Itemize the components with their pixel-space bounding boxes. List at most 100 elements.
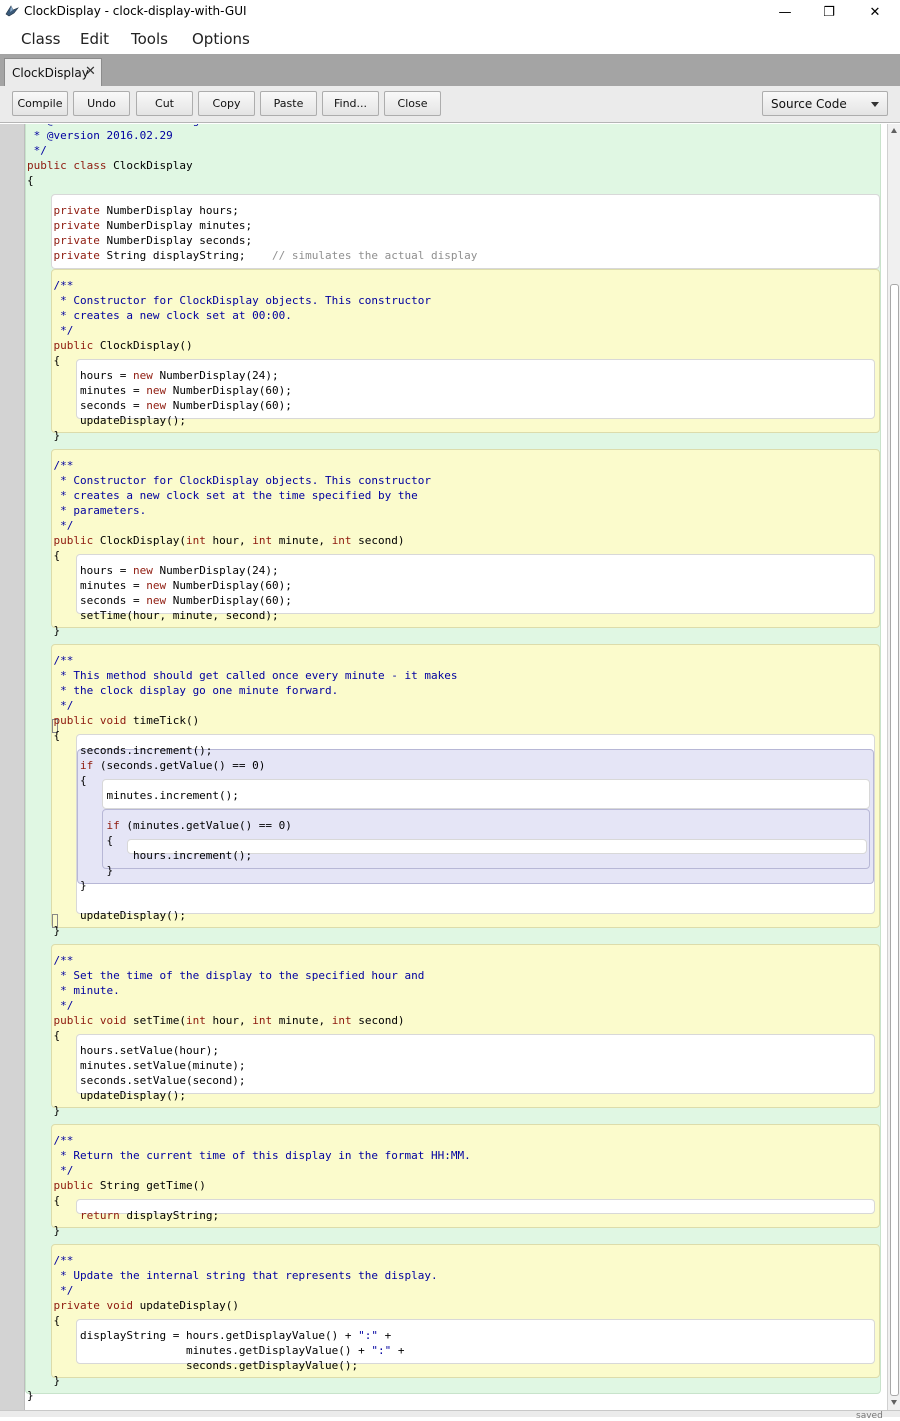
code-line[interactable]: * Set the time of the display to the spe… bbox=[27, 968, 424, 983]
code-line[interactable]: /** bbox=[27, 458, 73, 473]
code-line[interactable]: * @version 2016.02.29 bbox=[27, 128, 173, 143]
code-line[interactable]: private NumberDisplay minutes; bbox=[27, 218, 253, 233]
code-line[interactable]: /** bbox=[27, 653, 73, 668]
copy-button[interactable]: Copy bbox=[198, 91, 255, 116]
cut-button[interactable]: Cut bbox=[136, 91, 193, 116]
code-line[interactable]: { bbox=[27, 728, 60, 743]
code-line[interactable]: /** bbox=[27, 1253, 73, 1268]
code-line[interactable]: */ bbox=[27, 518, 73, 533]
code-line[interactable]: } bbox=[27, 1388, 34, 1403]
find-button[interactable]: Find... bbox=[322, 91, 379, 116]
code-line[interactable]: */ bbox=[27, 998, 73, 1013]
code-line[interactable]: public void timeTick() bbox=[27, 713, 200, 728]
code-line[interactable]: private NumberDisplay seconds; bbox=[27, 233, 253, 248]
code-line[interactable]: * minute. bbox=[27, 983, 120, 998]
code-line[interactable]: minutes = new NumberDisplay(60); bbox=[27, 578, 292, 593]
code-line[interactable]: * Update the internal string that repres… bbox=[27, 1268, 438, 1283]
code-line[interactable]: { bbox=[27, 1313, 60, 1328]
code-line[interactable]: * This method should get called once eve… bbox=[27, 668, 457, 683]
code-line[interactable]: /** bbox=[27, 1133, 73, 1148]
code-line[interactable]: { bbox=[27, 1028, 60, 1043]
restore-button[interactable]: ❐ bbox=[806, 0, 852, 24]
code-area[interactable]: * @author Michael Kölling and David J. B… bbox=[25, 124, 887, 1410]
code-line[interactable]: seconds.setValue(second); bbox=[27, 1073, 246, 1088]
code-line[interactable]: * creates a new clock set at the time sp… bbox=[27, 488, 418, 503]
code-line[interactable]: if (seconds.getValue() == 0) bbox=[27, 758, 265, 773]
close-window-button[interactable]: ✕ bbox=[852, 0, 898, 24]
code-line[interactable]: seconds = new NumberDisplay(60); bbox=[27, 398, 292, 413]
menu-tools[interactable]: Tools bbox=[131, 30, 168, 48]
code-line[interactable]: /** bbox=[27, 278, 73, 293]
scroll-down-icon[interactable] bbox=[891, 1400, 897, 1405]
code-line[interactable]: updateDisplay(); bbox=[27, 1088, 186, 1103]
code-line[interactable]: * Constructor for ClockDisplay objects. … bbox=[27, 473, 431, 488]
code-line[interactable]: public class ClockDisplay bbox=[27, 158, 193, 173]
line-gutter[interactable] bbox=[0, 124, 25, 1410]
code-line[interactable]: { bbox=[27, 773, 87, 788]
minimize-button[interactable]: — bbox=[762, 0, 808, 24]
code-line[interactable]: if (minutes.getValue() == 0) bbox=[27, 818, 291, 833]
code-line[interactable]: public ClockDisplay() bbox=[27, 338, 193, 353]
compile-button[interactable]: Compile bbox=[12, 91, 68, 116]
code-line[interactable]: */ bbox=[27, 1163, 73, 1178]
code-line[interactable]: hours.setValue(hour); bbox=[27, 1043, 219, 1058]
code-line[interactable]: { bbox=[27, 1193, 60, 1208]
code-line[interactable]: updateDisplay(); bbox=[27, 908, 186, 923]
code-line[interactable]: hours.increment(); bbox=[27, 848, 252, 863]
code-line[interactable]: { bbox=[27, 548, 60, 563]
code-line[interactable]: { bbox=[27, 353, 60, 368]
scrollbar-thumb[interactable] bbox=[890, 284, 899, 1396]
code-line[interactable]: minutes.getDisplayValue() + ":" + bbox=[27, 1343, 405, 1358]
code-line[interactable]: return displayString; bbox=[27, 1208, 219, 1223]
code-line[interactable]: seconds = new NumberDisplay(60); bbox=[27, 593, 292, 608]
code-line[interactable]: minutes.setValue(minute); bbox=[27, 1058, 246, 1073]
code-line[interactable]: */ bbox=[27, 1283, 73, 1298]
code-line[interactable]: * Return the current time of this displa… bbox=[27, 1148, 471, 1163]
code-line[interactable]: } bbox=[27, 863, 113, 878]
code-line[interactable]: seconds.increment(); bbox=[27, 743, 212, 758]
code-line[interactable]: * the clock display go one minute forwar… bbox=[27, 683, 338, 698]
menu-edit[interactable]: Edit bbox=[80, 30, 109, 48]
code-line[interactable]: updateDisplay(); bbox=[27, 413, 186, 428]
view-select[interactable]: Source Code bbox=[762, 91, 888, 116]
code-line[interactable]: private String displayString; // simulat… bbox=[27, 248, 478, 263]
close-editor-button[interactable]: Close bbox=[384, 91, 441, 116]
code-line[interactable]: } bbox=[27, 1223, 60, 1238]
code-line[interactable]: * creates a new clock set at 00:00. bbox=[27, 308, 292, 323]
code-line[interactable]: private NumberDisplay hours; bbox=[27, 203, 239, 218]
code-line[interactable]: displayString = hours.getDisplayValue() … bbox=[27, 1328, 391, 1343]
code-line[interactable]: minutes = new NumberDisplay(60); bbox=[27, 383, 292, 398]
code-line[interactable]: /** bbox=[27, 953, 73, 968]
code-line[interactable]: } bbox=[27, 428, 60, 443]
code-line[interactable]: */ bbox=[27, 323, 73, 338]
vertical-scrollbar[interactable] bbox=[887, 124, 900, 1410]
tab-clockdisplay[interactable]: ClockDisplay ✕ bbox=[4, 58, 102, 86]
code-line[interactable]: { bbox=[27, 173, 34, 188]
code-line[interactable]: { bbox=[27, 833, 113, 848]
tab-close-icon[interactable]: ✕ bbox=[85, 64, 96, 79]
code-line[interactable]: } bbox=[27, 1103, 60, 1118]
code-line[interactable]: private void updateDisplay() bbox=[27, 1298, 239, 1313]
code-line[interactable]: hours = new NumberDisplay(24); bbox=[27, 563, 279, 578]
code-line[interactable]: hours = new NumberDisplay(24); bbox=[27, 368, 279, 383]
code-line[interactable]: */ bbox=[27, 143, 47, 158]
menu-options[interactable]: Options bbox=[192, 30, 250, 48]
code-line[interactable]: minutes.increment(); bbox=[27, 788, 238, 803]
code-line[interactable]: } bbox=[27, 878, 87, 893]
paste-button[interactable]: Paste bbox=[260, 91, 317, 116]
code-line[interactable]: public String getTime() bbox=[27, 1178, 206, 1193]
code-line[interactable]: public void setTime(int hour, int minute… bbox=[27, 1013, 405, 1028]
undo-button[interactable]: Undo bbox=[73, 91, 130, 116]
code-editor[interactable]: * @author Michael Kölling and David J. B… bbox=[0, 124, 900, 1410]
code-line[interactable]: } bbox=[27, 923, 60, 938]
code-line[interactable]: } bbox=[27, 623, 60, 638]
code-line[interactable]: setTime(hour, minute, second); bbox=[27, 608, 279, 623]
code-line[interactable]: * Constructor for ClockDisplay objects. … bbox=[27, 293, 431, 308]
code-line[interactable]: public ClockDisplay(int hour, int minute… bbox=[27, 533, 405, 548]
menu-class[interactable]: Class bbox=[21, 30, 60, 48]
code-line[interactable]: seconds.getDisplayValue(); bbox=[27, 1358, 358, 1373]
code-line[interactable]: */ bbox=[27, 698, 73, 713]
code-line[interactable]: } bbox=[27, 1373, 60, 1388]
scroll-up-icon[interactable] bbox=[891, 128, 897, 133]
code-line[interactable]: * parameters. bbox=[27, 503, 146, 518]
